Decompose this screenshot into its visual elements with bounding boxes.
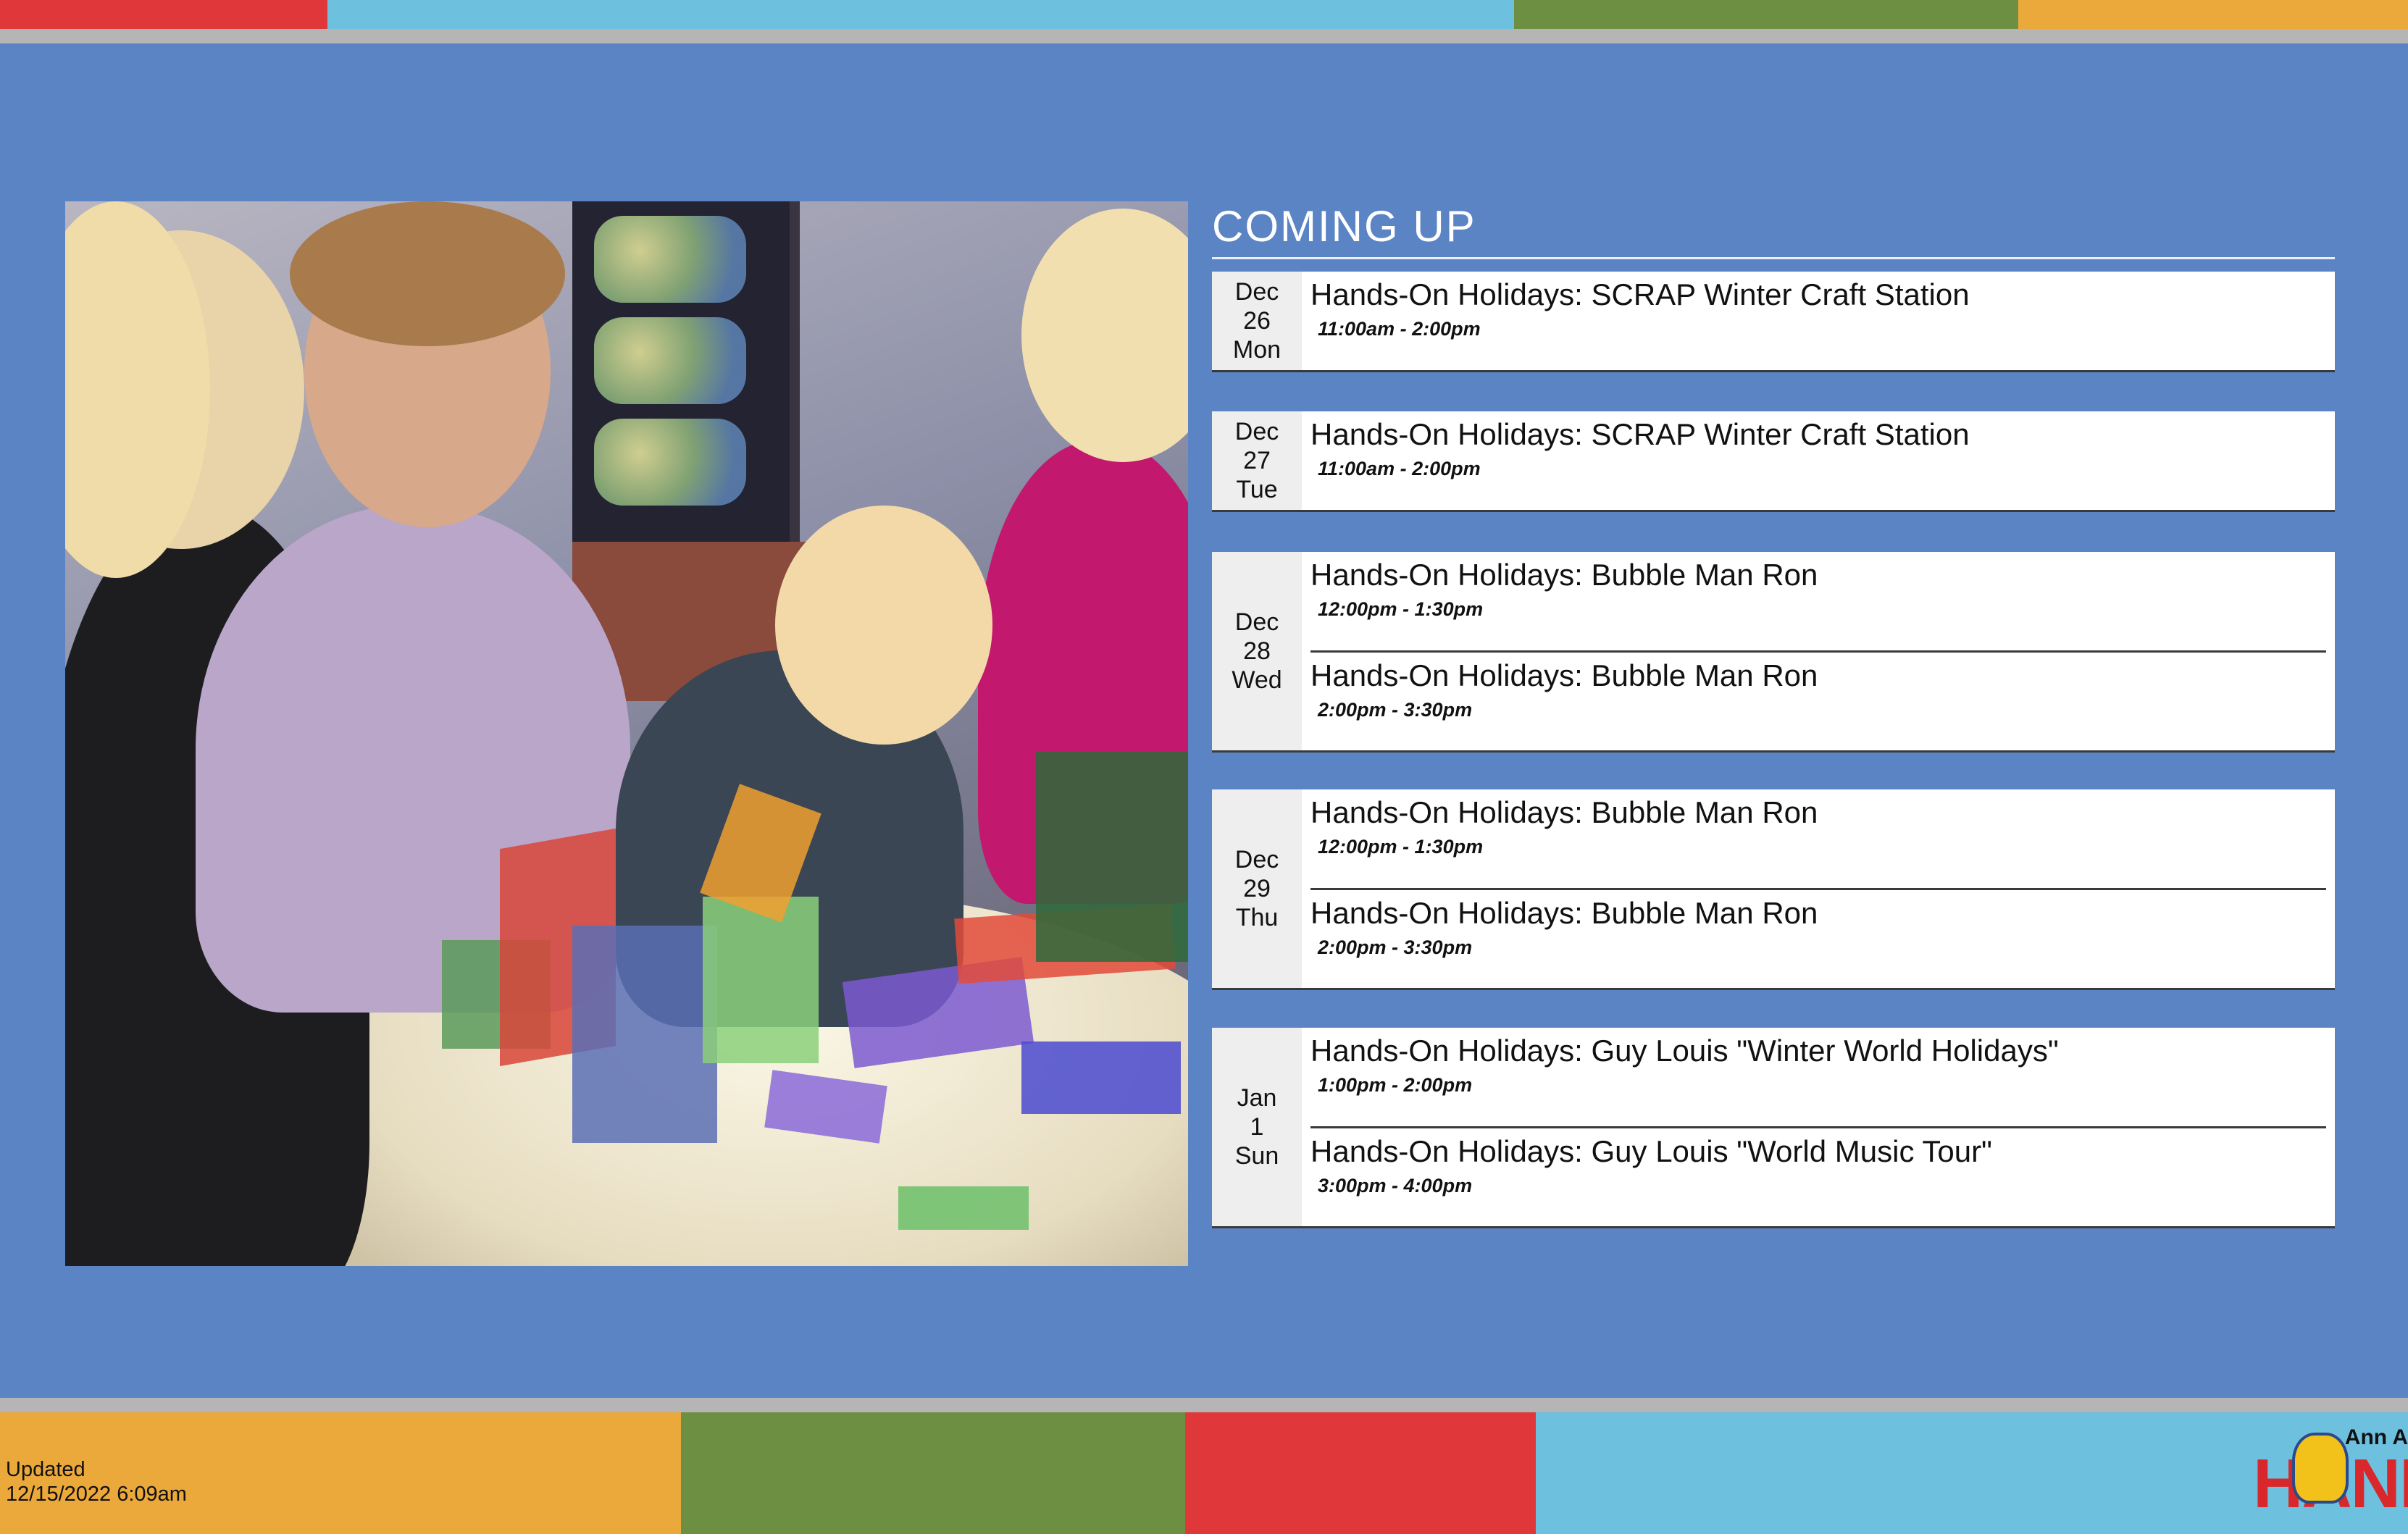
- bottom-stripe-green: [681, 1412, 1185, 1534]
- title-divider: [1212, 257, 2335, 259]
- date-weekday: Tue: [1236, 476, 1278, 503]
- event-item: Hands-On Holidays: Guy Louis "World Musi…: [1310, 1126, 2326, 1227]
- updated-label: Updated: [6, 1458, 85, 1481]
- date-weekday: Mon: [1232, 336, 1282, 364]
- event-time: 12:00pm - 1:30pm: [1318, 836, 1484, 858]
- event-item: Hands-On Holidays: Bubble Man Ron 2:00pm…: [1310, 887, 2326, 989]
- event-item: Hands-On Holidays: Guy Louis "Winter Wor…: [1310, 1028, 2326, 1126]
- event-time: 11:00am - 2:00pm: [1318, 458, 1481, 479]
- event-item: Hands-On Holidays: SCRAP Winter Craft St…: [1310, 272, 2326, 370]
- updated-value: 12/15/2022 6:09am: [6, 1483, 187, 1506]
- event-title: Hands-On Holidays: Guy Louis "Winter Wor…: [1310, 1034, 2059, 1068]
- bottom-divider: [0, 1398, 2408, 1412]
- date-column: Dec 28 Wed: [1212, 552, 1302, 750]
- day-block-dec-26: Dec 26 Mon Hands-On Holidays: SCRAP Wint…: [1212, 272, 2335, 372]
- event-item: Hands-On Holidays: Bubble Man Ron 2:00pm…: [1310, 650, 2326, 751]
- hand-icon: [2292, 1433, 2349, 1504]
- event-title: Hands-On Holidays: Guy Louis "World Musi…: [1310, 1133, 1992, 1168]
- bottom-color-stripe: [0, 1412, 2408, 1534]
- date-weekday: Wed: [1232, 666, 1282, 694]
- date-column: Jan 1 Sun: [1212, 1028, 1302, 1226]
- event-title: Hands-On Holidays: SCRAP Winter Craft St…: [1310, 417, 1970, 451]
- top-stripe-blue: [327, 0, 1514, 29]
- event-item: Hands-On Holidays: SCRAP Winter Craft St…: [1310, 411, 2326, 510]
- date-weekday: Thu: [1235, 904, 1279, 931]
- day-block-dec-29: Dec 29 Thu Hands-On Holidays: Bubble Man…: [1212, 789, 2335, 990]
- event-time: 2:00pm - 3:30pm: [1318, 698, 1473, 721]
- date-month: Dec: [1234, 278, 1279, 306]
- event-time: 12:00pm - 1:30pm: [1318, 598, 1484, 620]
- event-title: Hands-On Holidays: Bubble Man Ron: [1310, 895, 1818, 930]
- date-month: Dec: [1234, 846, 1279, 873]
- date-day: 26: [1243, 307, 1271, 335]
- coming-up-title: COMING UP: [1212, 202, 1476, 251]
- event-title: Hands-On Holidays: Bubble Man Ron: [1310, 795, 1818, 829]
- event-time: 11:00am - 2:00pm: [1318, 318, 1481, 340]
- day-block-jan-1: Jan 1 Sun Hands-On Holidays: Guy Louis "…: [1212, 1028, 2335, 1228]
- date-weekday: Sun: [1234, 1142, 1279, 1170]
- event-item: Hands-On Holidays: Bubble Man Ron 12:00p…: [1310, 552, 2326, 650]
- logo-top-text: Ann A: [2344, 1425, 2408, 1449]
- date-month: Dec: [1234, 608, 1279, 636]
- top-color-stripe: [0, 0, 2408, 29]
- date-column: Dec 27 Tue: [1212, 411, 1302, 510]
- top-stripe-red: [0, 0, 327, 29]
- date-day: 27: [1243, 447, 1271, 474]
- day-block-dec-28: Dec 28 Wed Hands-On Holidays: Bubble Man…: [1212, 552, 2335, 753]
- event-time: 2:00pm - 3:30pm: [1318, 936, 1473, 958]
- day-block-dec-27: Dec 27 Tue Hands-On Holidays: SCRAP Wint…: [1212, 411, 2335, 512]
- event-title: Hands-On Holidays: Bubble Man Ron: [1310, 558, 1818, 592]
- museum-logo: HANDS Ann A: [2253, 1425, 2408, 1522]
- event-title: Hands-On Holidays: SCRAP Winter Craft St…: [1310, 277, 1970, 311]
- museum-photo: [65, 201, 1188, 1266]
- date-day: 1: [1250, 1113, 1264, 1141]
- date-column: Dec 29 Thu: [1212, 789, 1302, 988]
- date-month: Jan: [1237, 1084, 1277, 1112]
- updated-timestamp: Updated 12/15/2022 6:09am: [6, 1457, 187, 1506]
- top-stripe-green: [1514, 0, 2018, 29]
- top-divider: [0, 29, 2408, 43]
- top-stripe-orange: [2018, 0, 2408, 29]
- bottom-stripe-red: [1185, 1412, 1536, 1534]
- date-column: Dec 26 Mon: [1212, 272, 1302, 370]
- event-item: Hands-On Holidays: Bubble Man Ron 12:00p…: [1310, 789, 2326, 888]
- date-day: 29: [1243, 875, 1271, 902]
- date-day: 28: [1243, 637, 1271, 665]
- event-time: 3:00pm - 4:00pm: [1318, 1174, 1473, 1196]
- date-month: Dec: [1234, 418, 1279, 445]
- event-title: Hands-On Holidays: Bubble Man Ron: [1310, 658, 1818, 692]
- event-time: 1:00pm - 2:00pm: [1318, 1074, 1473, 1096]
